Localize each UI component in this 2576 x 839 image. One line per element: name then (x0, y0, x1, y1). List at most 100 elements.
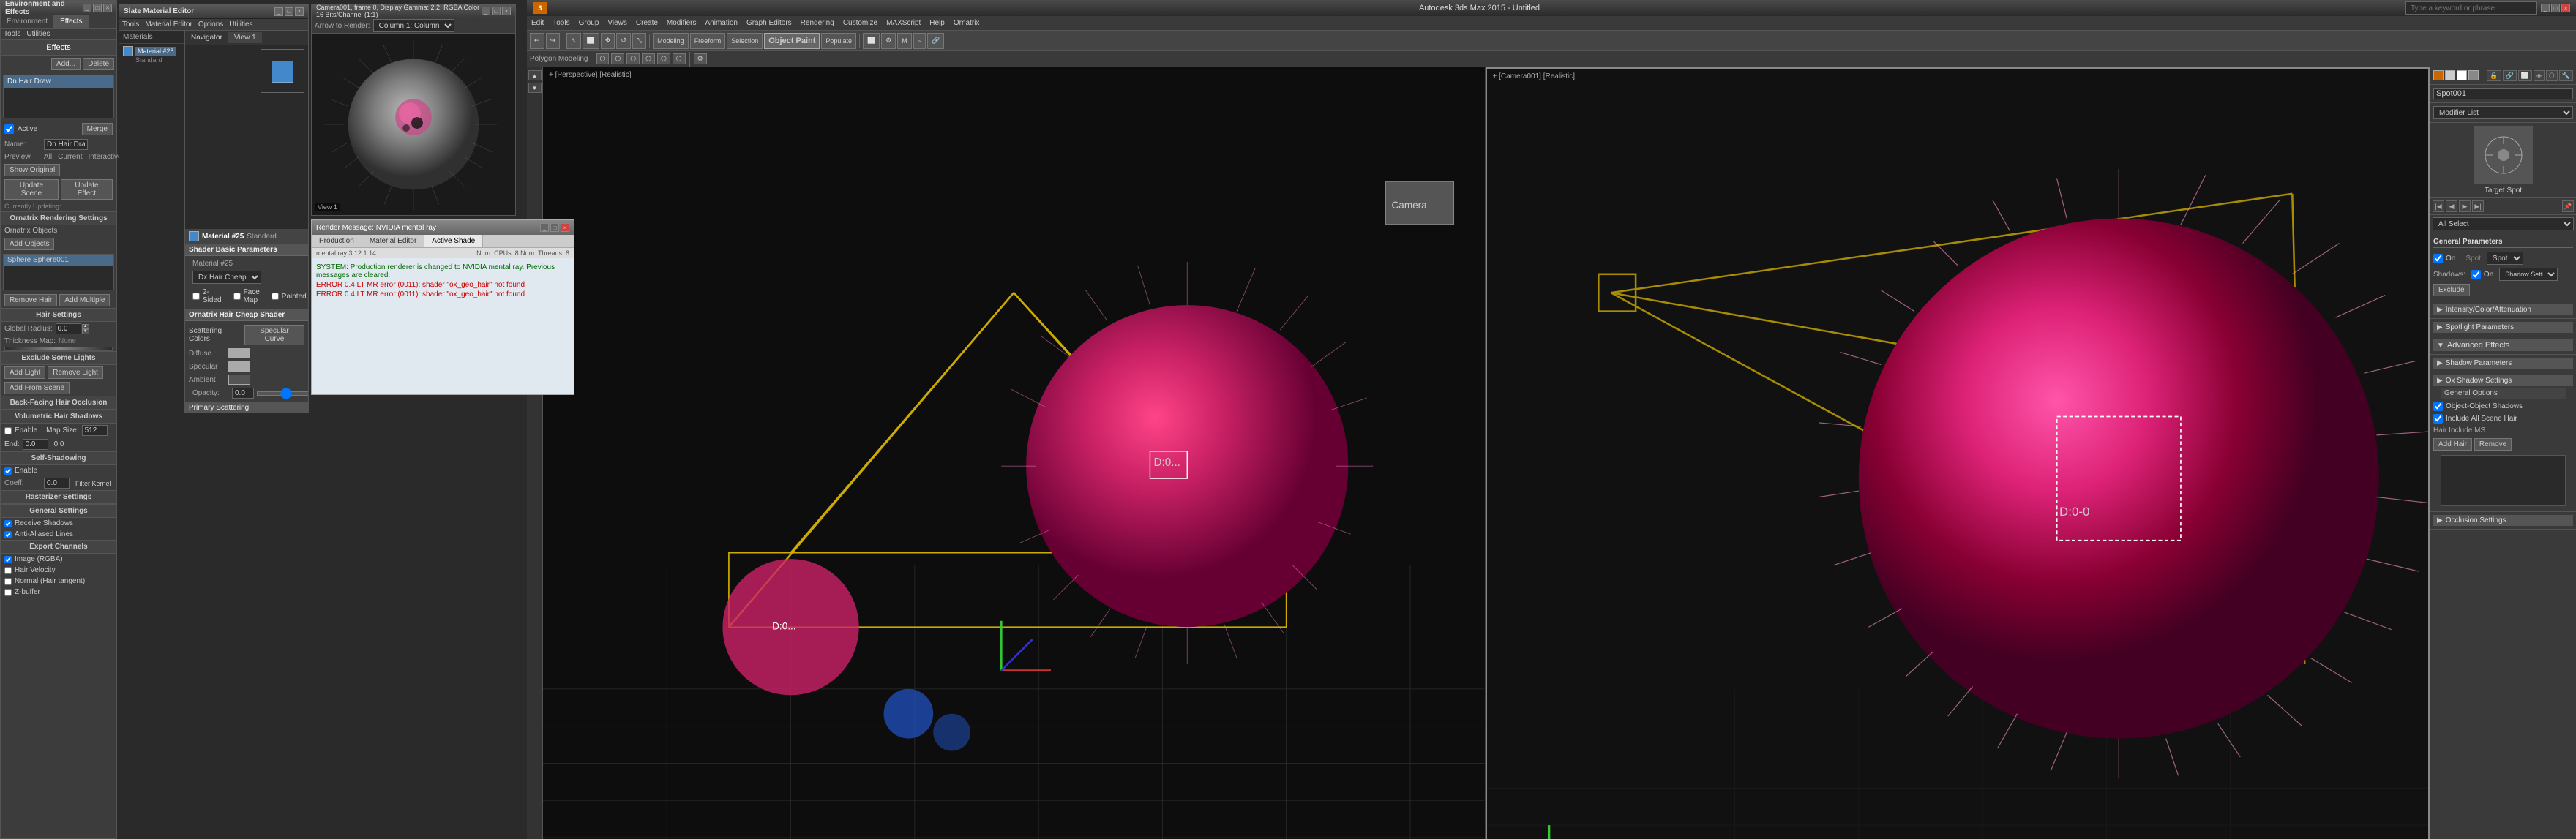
add-btn[interactable]: Add... (51, 58, 80, 70)
settings-gear-btn[interactable]: ⚙ (694, 53, 707, 64)
slate-material-menu[interactable]: Material Editor (145, 20, 192, 29)
menu-rendering[interactable]: Rendering (801, 19, 834, 27)
menu-edit[interactable]: Edit (531, 19, 544, 27)
render-btn[interactable]: ⬜ (863, 33, 880, 49)
perspective-viewport[interactable]: + [Perspective] [Realistic] (543, 67, 1486, 839)
material-editor-btn[interactable]: M (897, 33, 912, 49)
hair-object-item[interactable]: Sphere Sphere001 (4, 255, 113, 266)
main-close-btn[interactable]: × (2561, 4, 2570, 12)
move-btn[interactable]: ✥ (601, 33, 615, 49)
name-input[interactable] (44, 139, 88, 150)
remove-hair-btn[interactable]: Remove Hair (4, 294, 57, 306)
populate-mode-btn[interactable]: Populate (821, 33, 856, 49)
close-btn[interactable]: × (103, 4, 112, 12)
delete-btn[interactable]: Delete (83, 58, 114, 70)
coeff-input[interactable] (44, 478, 70, 489)
rm-tab-activeshade[interactable]: Active Shade (424, 235, 483, 247)
slate-utilities-menu[interactable]: Utilities (229, 20, 252, 29)
intensity-header[interactable]: ▶ Intensity/Color/Attenuation (2433, 304, 2573, 315)
tab-environment[interactable]: Environment (1, 15, 54, 28)
menu-customize[interactable]: Customize (843, 19, 877, 27)
up-arrow[interactable]: ▲ (82, 324, 89, 329)
specular-curve-btn[interactable]: Specular Curve (244, 325, 304, 345)
ms-pin-btn[interactable]: 📌 (2562, 200, 2574, 212)
emissive-swatch[interactable] (2468, 70, 2479, 80)
slate-min-btn[interactable]: _ (274, 7, 283, 16)
pm-btn2[interactable]: ⬡ (611, 53, 624, 64)
utilities-btn[interactable]: 🔧 (2559, 70, 2573, 81)
diffuse-color-swatch[interactable] (2445, 70, 2455, 80)
image-rgba-checkbox[interactable] (4, 556, 12, 563)
rotate-btn[interactable]: ↺ (616, 33, 631, 49)
update-effect-btn[interactable]: Update Effect (61, 179, 113, 200)
render-column-select[interactable]: Column 1: Column (373, 19, 454, 32)
view-label[interactable]: View 1 (228, 32, 262, 43)
object-name-input[interactable] (2433, 88, 2573, 99)
motion-btn[interactable]: ◈ (2534, 70, 2545, 81)
minimize-btn[interactable]: _ (83, 4, 91, 12)
hair-velocity-checkbox[interactable] (4, 567, 12, 574)
type-select[interactable]: Spot (2487, 252, 2523, 265)
exclude-btn[interactable]: Exclude (2433, 284, 2470, 296)
slate-tools-menu[interactable]: Tools (122, 20, 139, 29)
specular-swatch[interactable] (228, 361, 250, 372)
select-btn[interactable]: ↖ (566, 33, 581, 49)
display-btn[interactable]: ⬡ (2546, 70, 2558, 81)
modifier-list-dropdown[interactable]: Modifier List (2433, 106, 2573, 119)
slate-options-menu[interactable]: Options (198, 20, 223, 29)
rm-content-area[interactable]: SYSTEM: Production renderer is changed t… (312, 258, 574, 394)
ms-btn2[interactable]: ◀ (2446, 200, 2457, 212)
pm-btn4[interactable]: ⬡ (642, 53, 655, 64)
search-input[interactable] (2405, 1, 2537, 15)
menu-ornatrix[interactable]: Ornatrix (954, 19, 980, 27)
slate-max-btn[interactable]: □ (285, 7, 293, 16)
menu-graph-editors[interactable]: Graph Editors (746, 19, 792, 27)
pm-btn5[interactable]: ⬡ (657, 53, 670, 64)
general-options-item[interactable]: General Options (2441, 388, 2566, 399)
shader-dropdown[interactable]: Dx Hair Cheap (192, 271, 261, 284)
link-btn[interactable]: 🔗 (2503, 70, 2517, 81)
map-size-input[interactable] (82, 425, 108, 436)
facemap-checkbox[interactable] (233, 293, 241, 300)
ambient-swatch[interactable] (228, 375, 250, 385)
camera-render-content[interactable]: View 1 (312, 34, 515, 215)
add-objects-btn[interactable]: Add Objects (4, 238, 54, 250)
navigator-label[interactable]: Navigator (185, 32, 228, 43)
menu-utilities[interactable]: Utilities (26, 30, 50, 38)
normal-tangent-checkbox[interactable] (4, 578, 12, 585)
selection-mode-btn[interactable]: Selection (727, 33, 763, 49)
obj-obj-shadow-checkbox[interactable] (2433, 402, 2443, 411)
show-original-btn[interactable]: Show Original (4, 164, 60, 176)
ambient-color-swatch[interactable] (2433, 70, 2444, 80)
rm-close-btn[interactable]: × (561, 223, 569, 232)
shadow-type-select[interactable]: Shadow Setting (2499, 268, 2558, 281)
freeform-mode-btn[interactable]: Freeform (690, 33, 726, 49)
occlusion-header[interactable]: ▶ Occlusion Settings (2433, 515, 2573, 526)
shadows-checkbox[interactable] (2471, 270, 2481, 279)
camera-viewport-main[interactable]: + [Camera001] [Realistic] (1486, 67, 2430, 839)
maximize-btn[interactable]: □ (93, 4, 102, 12)
remove-hair-btn2[interactable]: Remove (2474, 438, 2512, 451)
twosided-checkbox[interactable] (192, 293, 200, 300)
receive-shadows-checkbox[interactable] (4, 520, 12, 527)
object-paint-mode-btn[interactable]: Object Paint (764, 33, 820, 49)
material-list-item[interactable]: Material #25 Standard (119, 44, 184, 66)
painted-checkbox[interactable] (272, 293, 279, 300)
add-multiple-btn[interactable]: Add Multiple (59, 294, 110, 306)
opacity-slider[interactable] (257, 391, 308, 396)
menu-views[interactable]: Views (607, 19, 627, 27)
select-region-btn[interactable]: ⬜ (583, 33, 599, 49)
enable-checkbox[interactable] (4, 427, 12, 434)
tab-effects[interactable]: Effects (54, 15, 89, 28)
modeling-mode-btn[interactable]: Modeling (653, 33, 689, 49)
pm-btn1[interactable]: ⬡ (596, 53, 610, 64)
add-light-btn[interactable]: Add Light (4, 366, 45, 379)
main-min-btn[interactable]: _ (2541, 4, 2550, 12)
on-checkbox[interactable] (2433, 254, 2443, 263)
global-radius-input[interactable] (56, 323, 81, 334)
redo-btn[interactable]: ↪ (546, 33, 561, 49)
spotlight-header[interactable]: ▶ Spotlight Parameters (2433, 322, 2573, 333)
render-setup-btn[interactable]: ⚙ (881, 33, 896, 49)
curve-editor-btn[interactable]: ~ (913, 33, 926, 49)
scale-btn[interactable]: ⤡ (632, 33, 646, 49)
